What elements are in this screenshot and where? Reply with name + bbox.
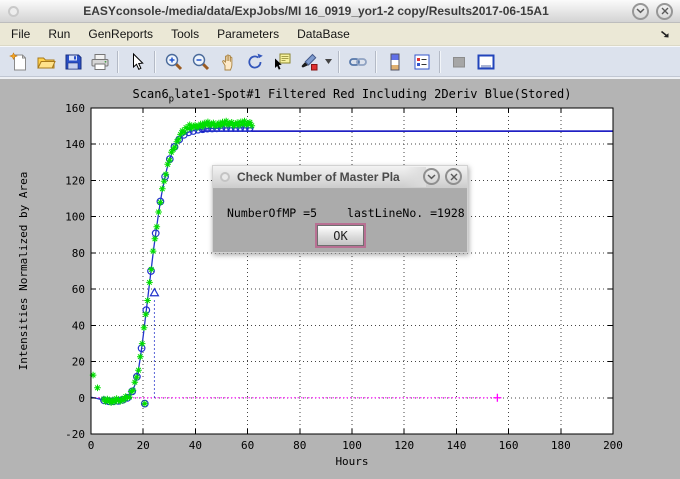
svg-text:80: 80: [293, 439, 306, 452]
zoom-in-icon: [164, 52, 184, 72]
figure-area: Scan6plate1-Spot#1 Filtered Red Includin…: [0, 77, 680, 479]
svg-text:20: 20: [72, 356, 85, 369]
toolbar: [0, 46, 680, 77]
menu-detach-button[interactable]: [659, 28, 671, 43]
svg-text:100: 100: [65, 211, 85, 224]
rotate-3d-button[interactable]: [241, 49, 268, 75]
plot-canvas[interactable]: 020406080100120140160180200-200204060801…: [0, 79, 680, 479]
zoom-out-button[interactable]: [187, 49, 214, 75]
chevron-down-icon: [427, 174, 436, 180]
svg-text:40: 40: [189, 439, 202, 452]
show-plot-tools-button[interactable]: [472, 49, 499, 75]
svg-text:200: 200: [603, 439, 623, 452]
lastlineno-value: lastLineNo. =1928: [347, 206, 465, 220]
check-master-plates-dialog: Check Number of Master Pla NumberOfMP =5…: [212, 165, 468, 253]
svg-text:80: 80: [72, 247, 85, 260]
zoom-out-icon: [191, 52, 211, 72]
dropdown-arrow-icon: [325, 59, 332, 64]
svg-text:40: 40: [72, 319, 85, 332]
y-axis-label: Intensities Normalized by Area: [17, 172, 30, 371]
legend-icon: [412, 52, 432, 72]
brush-dropdown-button[interactable]: [322, 49, 334, 75]
svg-text:120: 120: [65, 174, 85, 187]
dialog-info-text: NumberOfMP =5 lastLineNo. =1928: [227, 206, 465, 220]
toolbar-separator: [154, 51, 156, 73]
menu-bar: File Run GenReports Tools Parameters Dat…: [0, 23, 680, 46]
svg-text:140: 140: [446, 439, 466, 452]
dialog-menu-circle-icon[interactable]: [220, 172, 230, 182]
numberofmp-value: NumberOfMP =5: [227, 206, 317, 220]
svg-text:160: 160: [499, 439, 519, 452]
chain-link-icon: [348, 52, 368, 72]
new-document-icon: [9, 52, 29, 72]
svg-text:60: 60: [72, 283, 85, 296]
printer-icon: [90, 52, 110, 72]
window-title: EASYconsole-/media/data/ExpJobs/MI 16_09…: [0, 4, 632, 18]
window-close-button[interactable]: [656, 3, 673, 20]
detach-arrow-icon: [659, 28, 671, 40]
svg-text:140: 140: [65, 138, 85, 151]
svg-text:-20: -20: [65, 428, 85, 441]
insert-legend-button[interactable]: [408, 49, 435, 75]
app-window: EASYconsole-/media/data/ExpJobs/MI 16_09…: [0, 0, 680, 479]
data-cursor-button[interactable]: [268, 49, 295, 75]
svg-text:100: 100: [342, 439, 362, 452]
menu-database[interactable]: DataBase: [288, 24, 359, 44]
close-icon: [450, 173, 458, 181]
toolbar-separator: [375, 51, 377, 73]
dialog-titlebar[interactable]: Check Number of Master Pla: [213, 166, 467, 189]
save-button[interactable]: [59, 49, 86, 75]
menu-file[interactable]: File: [2, 24, 39, 44]
svg-text:20: 20: [137, 439, 150, 452]
dialog-collapse-button[interactable]: [423, 168, 440, 185]
disabled-tool-button: [445, 49, 472, 75]
new-document-button[interactable]: [5, 49, 32, 75]
colormap-button[interactable]: [381, 49, 408, 75]
x-axis-label: Hours: [335, 455, 368, 468]
menu-genreports[interactable]: GenReports: [79, 24, 162, 44]
link-plots-button[interactable]: [344, 49, 371, 75]
rotate-arrow-icon: [245, 52, 265, 72]
toolbar-separator: [338, 51, 340, 73]
menu-run[interactable]: Run: [39, 24, 79, 44]
ok-button[interactable]: OK: [317, 225, 364, 246]
svg-text:0: 0: [78, 392, 85, 405]
plot-tools-window-icon: [476, 52, 496, 72]
colormap-icon: [385, 52, 405, 72]
menu-parameters[interactable]: Parameters: [208, 24, 288, 44]
svg-text:120: 120: [394, 439, 414, 452]
open-file-button[interactable]: [32, 49, 59, 75]
chevron-down-icon: [636, 8, 645, 14]
window-titlebar[interactable]: EASYconsole-/media/data/ExpJobs/MI 16_09…: [0, 0, 680, 23]
svg-text:0: 0: [88, 439, 95, 452]
datatip-icon: [272, 52, 292, 72]
dialog-title: Check Number of Master Pla: [237, 170, 400, 184]
svg-text:160: 160: [65, 102, 85, 115]
brush-tool-button[interactable]: [295, 49, 322, 75]
cursor-arrow-icon: [127, 52, 147, 72]
close-icon: [661, 7, 669, 15]
disabled-square-icon: [449, 52, 469, 72]
print-button[interactable]: [86, 49, 113, 75]
window-collapse-button[interactable]: [632, 3, 649, 20]
hand-icon: [218, 52, 238, 72]
save-floppy-icon: [63, 52, 83, 72]
open-folder-icon: [36, 52, 56, 72]
window-menu-circle-icon[interactable]: [8, 6, 19, 17]
menu-tools[interactable]: Tools: [162, 24, 208, 44]
toolbar-separator: [439, 51, 441, 73]
pan-tool-button[interactable]: [214, 49, 241, 75]
svg-text:60: 60: [241, 439, 254, 452]
dialog-close-button[interactable]: [445, 168, 462, 185]
pointer-tool-button[interactable]: [123, 49, 150, 75]
toolbar-separator: [117, 51, 119, 73]
brush-icon: [299, 52, 319, 72]
svg-text:180: 180: [551, 439, 571, 452]
zoom-in-button[interactable]: [160, 49, 187, 75]
